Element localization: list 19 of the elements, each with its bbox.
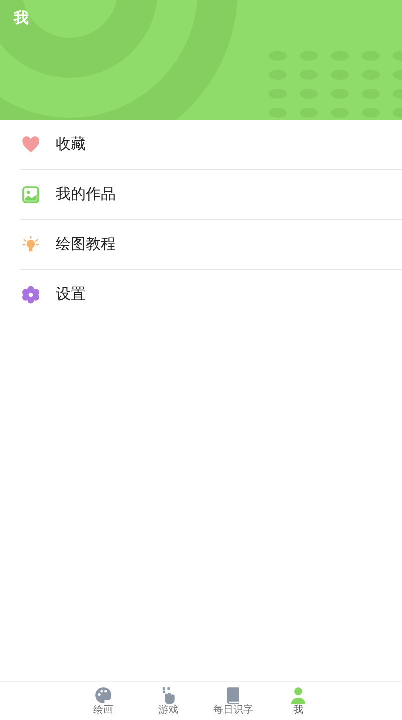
flower-gear-icon	[21, 284, 41, 304]
nav-tab[interactable]: 每日识字	[201, 682, 266, 720]
menu-label: 绘图教程	[56, 235, 116, 254]
menu-label: 收藏	[56, 135, 86, 154]
menu-item[interactable]: 绘图教程	[20, 220, 402, 270]
menu-label: 我的作品	[56, 185, 116, 204]
page-title: 我	[14, 9, 29, 28]
menu-item[interactable]: 收藏	[20, 120, 402, 170]
picture-icon	[21, 184, 41, 204]
nav-tab[interactable]: 绘画	[71, 682, 136, 720]
menu-item[interactable]: 我的作品	[20, 170, 402, 220]
lightbulb-icon	[21, 234, 41, 254]
menu-item[interactable]: 设置	[20, 270, 402, 319]
heart-icon	[21, 134, 41, 154]
person-icon	[289, 686, 308, 704]
palette-icon	[94, 686, 113, 704]
nav-tab[interactable]: 游戏	[136, 682, 201, 720]
nav-tab[interactable]: 我	[266, 682, 331, 720]
menu-label: 设置	[56, 285, 86, 304]
